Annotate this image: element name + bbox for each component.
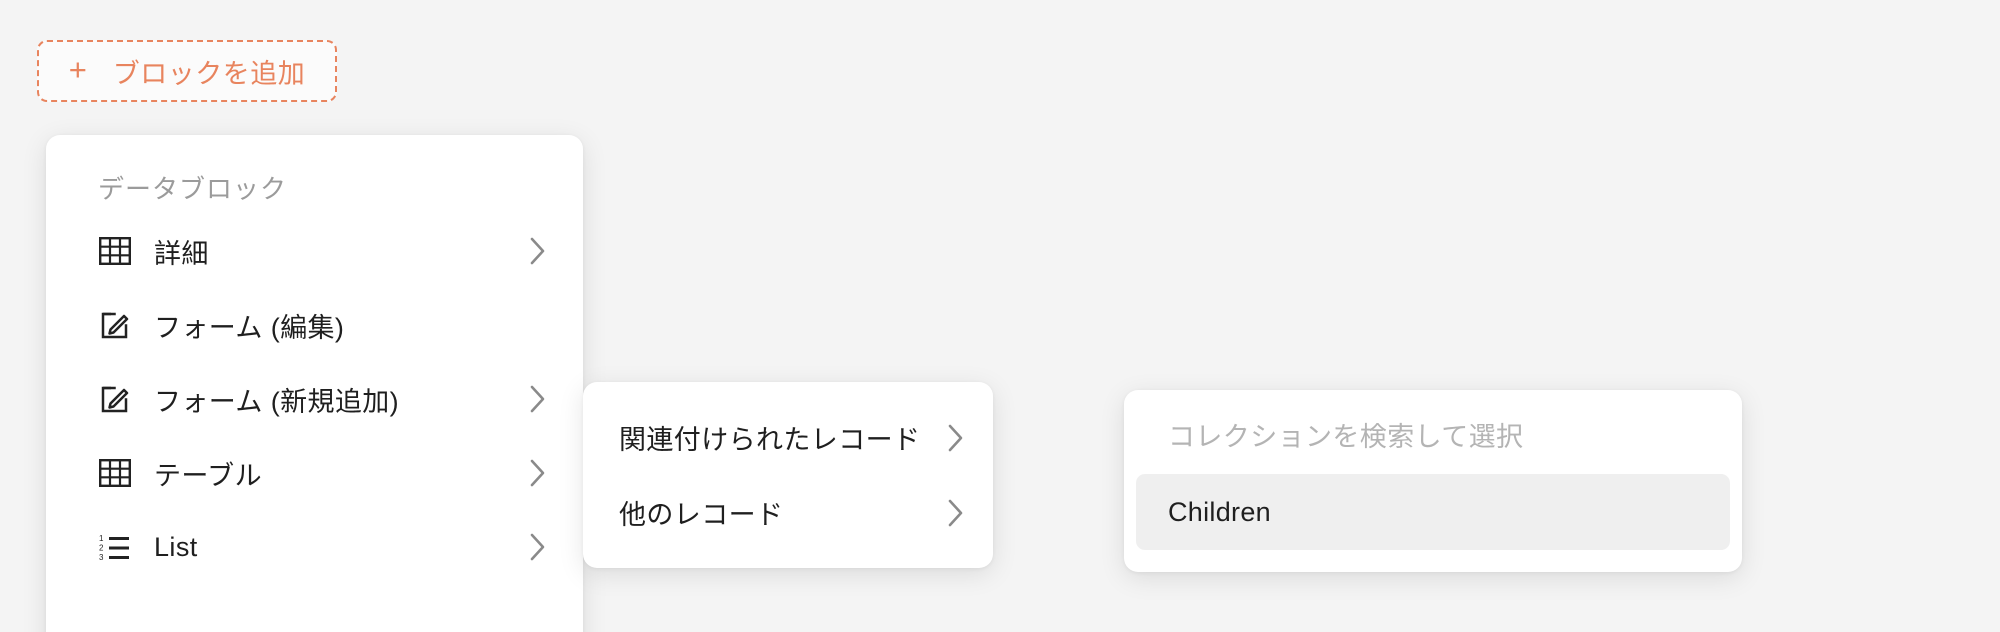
submenu-item-other-records[interactable]: 他のレコード [583,475,993,550]
numbered-list-icon: 1 2 3 [98,530,132,564]
add-block-button-label: ブロックを追加 [112,58,306,89]
edit-square-icon [98,382,132,416]
chevron-right-icon [529,236,547,266]
menu-item-list[interactable]: 1 2 3 List [46,510,583,584]
menu-item-label: テーブル [154,460,262,491]
add-block-button[interactable]: + ブロックを追加 [37,40,337,102]
menu-item-label: List [154,531,198,562]
collection-search-input[interactable] [1136,400,1730,474]
submenu-item-label: 関連付けられたレコード [619,425,921,455]
chevron-right-icon [529,532,547,562]
submenu-item-linked-records[interactable]: 関連付けられたレコード [583,400,993,475]
svg-text:3: 3 [99,553,104,561]
menu-item-table[interactable]: テーブル [46,436,583,510]
chevron-right-icon [529,384,547,414]
menu-item-label: フォーム (新規追加) [154,386,400,417]
chevron-right-icon [947,498,965,528]
menu-item-label: 詳細 [154,238,209,269]
collection-picker-panel: Children [1124,390,1742,572]
collection-option-children[interactable]: Children [1136,474,1730,550]
menu-item-form-edit[interactable]: フォーム (編集) [46,288,583,362]
menu-item-label: フォーム (編集) [154,312,345,343]
svg-text:2: 2 [99,544,104,553]
svg-text:1: 1 [99,534,104,543]
edit-square-icon [98,308,132,342]
table-grid-icon [98,234,132,268]
record-source-submenu: 関連付けられたレコード 他のレコード [583,382,993,568]
chevron-right-icon [947,423,965,453]
menu-item-detail[interactable]: 詳細 [46,214,583,288]
submenu-item-label: 他のレコード [619,500,784,530]
plus-icon: + [68,52,87,87]
chevron-right-icon [529,458,547,488]
data-block-menu-header: データブロック [98,174,288,204]
table-grid-icon [98,456,132,490]
menu-item-form-create[interactable]: フォーム (新規追加) [46,362,583,436]
data-block-menu: データブロック 詳細 フォーム (編集) フォーム (新規追加) テーブル 1 … [46,135,583,632]
